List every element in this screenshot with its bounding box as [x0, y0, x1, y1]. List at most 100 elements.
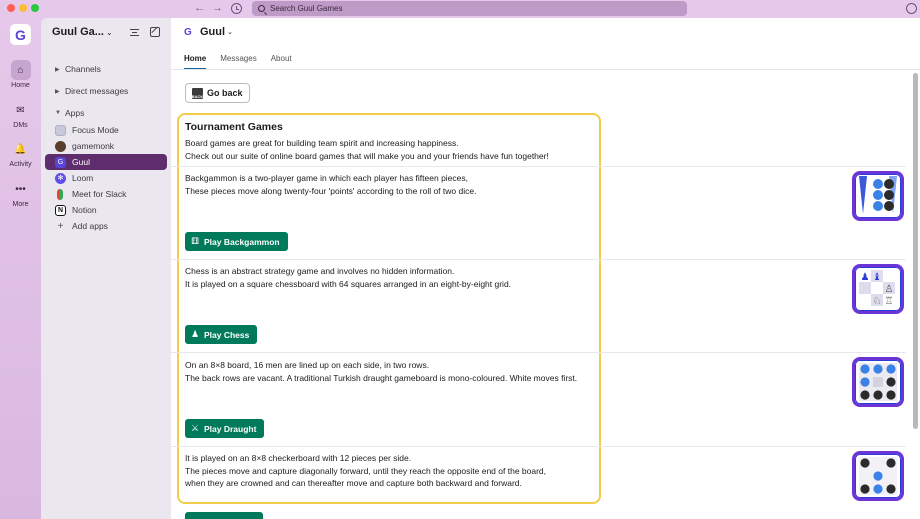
intro-line: Board games are great for building team … [185, 138, 459, 148]
minimize-window-button[interactable] [19, 4, 27, 12]
notion-icon: N [55, 204, 66, 216]
description-line: The pieces move and capture diagonally f… [185, 465, 547, 476]
chess-thumbnail: ♟ ♝ ♙ ♘ ♖ [852, 264, 904, 314]
guul-icon: G [55, 156, 66, 168]
rail-label-more: More [12, 201, 29, 208]
gamemonk-icon [55, 140, 66, 152]
home-icon: ⌂ [10, 60, 31, 80]
chess-pawn-icon: ♟ [190, 329, 200, 339]
description-line: It is played on a square chessboard with… [185, 278, 512, 289]
svg-text:♖: ♖ [885, 296, 894, 307]
svg-text:♝: ♝ [873, 272, 882, 283]
sidebar-item-guul[interactable]: G Guul [45, 154, 167, 170]
sidebar-item-label: Direct messages [65, 86, 129, 96]
rail-item-dms[interactable]: ✉ DMs [0, 100, 41, 130]
sidebar-item-focus-mode[interactable]: Focus Mode [45, 122, 167, 138]
sidebar-item-label: Channels [65, 64, 101, 74]
rail-label-dms: DMs [13, 122, 28, 129]
description-line: On an 8×8 board, 16 men are lined up on … [185, 360, 430, 370]
divider [171, 166, 906, 167]
sidebar-item-notion[interactable]: N Notion [45, 202, 167, 218]
rail-item-more[interactable]: ••• More [0, 179, 41, 209]
game-description-checkers: It is played on an 8×8 checkerboard with… [185, 452, 905, 490]
go-back-label: Go back [207, 88, 243, 98]
title-bar: ← → Search Guul Games [0, 0, 920, 18]
sidebar-section-apps[interactable]: ▼ Apps [45, 105, 167, 121]
play-next-game-button[interactable] [185, 512, 263, 519]
compose-icon[interactable] [150, 27, 160, 37]
checkers-thumbnail [852, 451, 904, 501]
dms-icon: ✉ [16, 104, 25, 116]
game-description-backgammon: Backgammon is a two-player game in which… [185, 172, 905, 197]
forward-arrow-icon[interactable]: → [212, 2, 223, 14]
caret-right-icon: ▶ [55, 66, 60, 73]
description-line: Backgammon is a two-player game in which… [185, 173, 469, 183]
main-pane: G Guul ⌄ Home Messages About BACK Go bac… [171, 18, 920, 519]
sidebar-item-gamemonk[interactable]: gamemonk [45, 138, 167, 154]
chevron-down-icon[interactable]: ⌄ [106, 28, 113, 37]
filter-icon[interactable] [130, 29, 139, 36]
bell-icon: 🔔 [14, 143, 27, 155]
tabs-divider [171, 69, 920, 70]
button-label: Play Backgammon [204, 236, 280, 247]
meet-icon [57, 188, 63, 200]
button-label: Play Chess [204, 329, 250, 340]
sidebar-add-apps[interactable]: + Add apps [45, 218, 167, 234]
sidebar-section-channels[interactable]: ▶ Channels [45, 61, 167, 77]
focus-mode-icon [55, 124, 66, 136]
close-window-button[interactable] [7, 4, 15, 12]
svg-text:♙: ♙ [885, 284, 894, 295]
channel-tabs: Home Messages About [184, 54, 292, 70]
divider [171, 259, 906, 260]
back-icon: BACK [192, 87, 203, 99]
history-icon[interactable] [231, 3, 242, 14]
sidebar-item-label: Add apps [72, 221, 108, 231]
sidebar-item-label: Loom [72, 173, 94, 183]
rail-item-home[interactable]: ⌂ Home [0, 60, 41, 89]
divider [171, 352, 906, 353]
intro-line: Check out our suite of online board game… [185, 150, 549, 161]
tab-messages[interactable]: Messages [220, 54, 256, 70]
description-line: These pieces move along twenty-four 'poi… [185, 185, 477, 196]
chevron-down-icon: ⌄ [227, 29, 233, 36]
tab-home[interactable]: Home [184, 54, 207, 70]
tab-about[interactable]: About [271, 54, 292, 70]
channel-title: Guul [200, 26, 226, 38]
sidebar-item-label: Meet for Slack [72, 189, 127, 199]
guul-logo-icon: G [184, 26, 192, 38]
sidebar: Guul Ga... ⌄ ▶ Channels ▶ Direct message… [41, 18, 171, 519]
back-arrow-icon[interactable]: ← [194, 2, 205, 14]
divider [171, 446, 906, 447]
caret-right-icon: ▶ [55, 88, 60, 95]
sidebar-item-label: Apps [65, 108, 85, 118]
go-back-button[interactable]: BACK Go back [185, 83, 250, 103]
channel-header[interactable]: G Guul ⌄ [184, 26, 233, 38]
description-line: when they are crowned and can thereafter… [185, 478, 522, 488]
workspace-name[interactable]: Guul Ga... [52, 26, 104, 38]
sidebar-item-loom[interactable]: ✻ Loom [45, 170, 167, 186]
play-draught-button[interactable]: ⚔ Play Draught [185, 419, 265, 438]
search-icon [258, 5, 265, 12]
button-label: Play Draught [204, 423, 257, 434]
sidebar-section-direct-messages[interactable]: ▶ Direct messages [45, 83, 167, 99]
sidebar-item-meet-for-slack[interactable]: Meet for Slack [45, 186, 167, 202]
rail-item-activity[interactable]: 🔔 Activity [0, 139, 41, 169]
more-icon: ••• [15, 183, 26, 195]
zoom-window-button[interactable] [31, 4, 39, 12]
scrollbar[interactable] [913, 73, 918, 429]
play-backgammon-button[interactable]: ⚅ Play Backgammon [185, 232, 288, 251]
help-icon[interactable] [906, 3, 917, 14]
loom-icon: ✻ [55, 172, 66, 184]
svg-text:♘: ♘ [873, 296, 882, 307]
intro-block: Tournament Games Board games are great f… [185, 121, 905, 162]
caret-down-icon: ▼ [55, 110, 61, 116]
search-input[interactable]: Search Guul Games [252, 1, 687, 16]
plus-icon: + [57, 220, 64, 232]
svg-text:♟: ♟ [861, 272, 870, 283]
draught-thumbnail [852, 357, 904, 407]
play-chess-button[interactable]: ♟ Play Chess [185, 325, 258, 344]
workspace-rail: G ⌂ Home ✉ DMs 🔔 Activity ••• More [0, 18, 41, 519]
game-description-chess: Chess is an abstract strategy game and i… [185, 265, 905, 290]
section-title: Tournament Games [185, 121, 283, 133]
workspace-logo[interactable]: G [10, 24, 31, 45]
